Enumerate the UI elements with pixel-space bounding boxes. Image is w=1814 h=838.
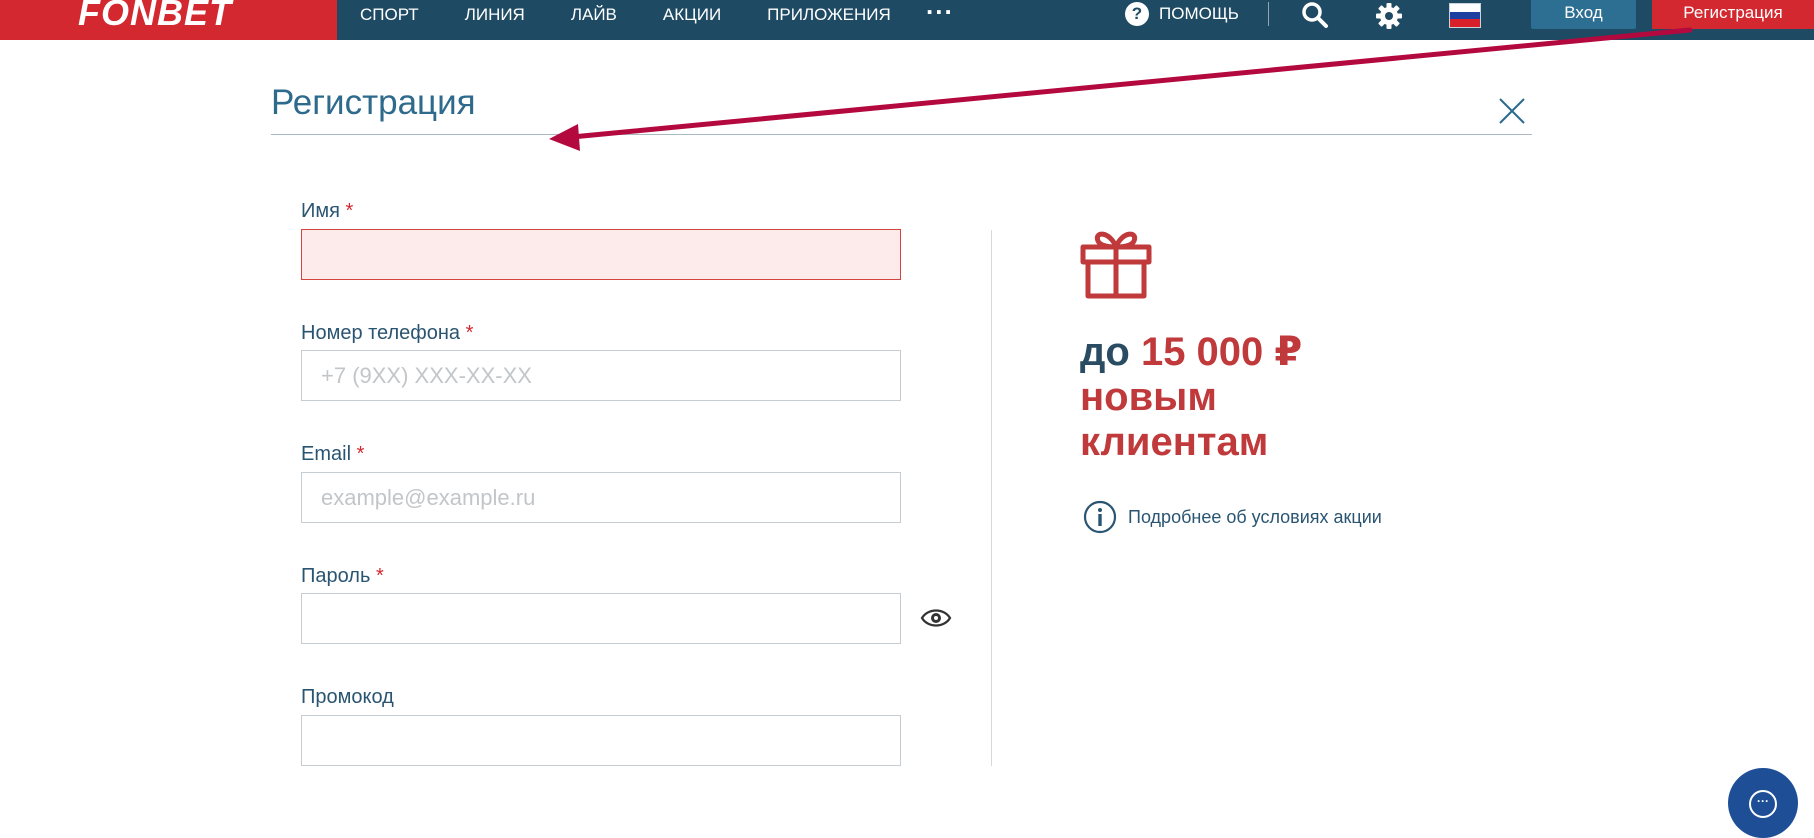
promocode-input[interactable] (301, 715, 901, 766)
promo-line-2: новым (1080, 375, 1217, 419)
search-icon[interactable] (1300, 0, 1330, 30)
promo-details-link[interactable]: Подробнее об условиях акции (1083, 500, 1382, 534)
close-icon[interactable] (1498, 97, 1526, 125)
name-label-text: Имя (301, 200, 340, 222)
russia-flag-icon[interactable] (1449, 3, 1481, 28)
info-icon (1083, 500, 1117, 534)
nav-more-button[interactable]: ... (926, 0, 954, 21)
email-label: Email * (301, 443, 364, 466)
nav-item-apps[interactable]: ПРИЛОЖЕНИЯ (767, 1, 891, 29)
logo[interactable]: FONBET (0, 0, 337, 40)
promocode-label: Промокод (301, 686, 394, 709)
promo-headline: до 15 000 ₽ новым клиентам (1080, 330, 1302, 465)
nav-item-line[interactable]: ЛИНИЯ (465, 1, 525, 29)
eye-icon[interactable] (920, 606, 952, 630)
nav-item-live[interactable]: ЛАЙВ (571, 1, 617, 29)
chat-button[interactable]: ··· (1728, 768, 1798, 838)
password-required-mark: * (375, 565, 384, 587)
name-label: Имя * (301, 200, 353, 223)
logo-text: FONBET (78, 0, 232, 33)
email-label-text: Email (301, 443, 352, 465)
nav-item-sport[interactable]: СПОРТ (360, 1, 419, 29)
help-link[interactable]: ? ПОМОЩЬ (1125, 2, 1239, 26)
promo-line-1: до 15 000 ₽ (1080, 330, 1302, 375)
help-icon: ? (1125, 2, 1149, 26)
header-separator (1268, 2, 1269, 26)
phone-input[interactable] (301, 350, 901, 401)
flag-stripe-blue (1450, 11, 1480, 20)
name-input[interactable] (301, 229, 901, 280)
gear-icon[interactable] (1374, 1, 1404, 31)
email-input[interactable] (301, 472, 901, 523)
promo-amount: 15 000 ₽ (1140, 330, 1303, 374)
promo-details-text: Подробнее об условиях акции (1128, 506, 1382, 527)
email-required-mark: * (356, 443, 365, 465)
flag-stripe-red (1450, 19, 1480, 27)
form-divider (991, 230, 992, 766)
login-button[interactable]: Вход (1531, 0, 1636, 29)
name-required-mark: * (345, 200, 354, 222)
phone-required-mark: * (465, 322, 474, 344)
nav-item-promotions[interactable]: АКЦИИ (663, 1, 721, 29)
gift-icon (1080, 231, 1152, 299)
top-header: FONBET СПОРТ ЛИНИЯ ЛАЙВ АКЦИИ ПРИЛОЖЕНИЯ… (0, 0, 1814, 40)
promo-prefix: до (1080, 330, 1130, 374)
promo-line-3: клиентам (1080, 420, 1269, 464)
promocode-label-text: Промокод (301, 686, 394, 708)
register-button[interactable]: Регистрация (1652, 0, 1814, 29)
page-title: Регистрация (271, 83, 476, 122)
phone-label: Номер телефона * (301, 322, 473, 345)
phone-label-text: Номер телефона (301, 322, 461, 344)
password-input[interactable] (301, 593, 901, 644)
flag-stripe-white (1450, 4, 1480, 12)
password-label-text: Пароль (301, 565, 371, 587)
help-label: ПОМОЩЬ (1159, 4, 1239, 23)
main-nav: СПОРТ ЛИНИЯ ЛАЙВ АКЦИИ ПРИЛОЖЕНИЯ (337, 0, 914, 40)
password-label: Пароль * (301, 565, 384, 588)
chat-icon: ··· (1749, 790, 1777, 818)
title-underline (271, 134, 1532, 135)
